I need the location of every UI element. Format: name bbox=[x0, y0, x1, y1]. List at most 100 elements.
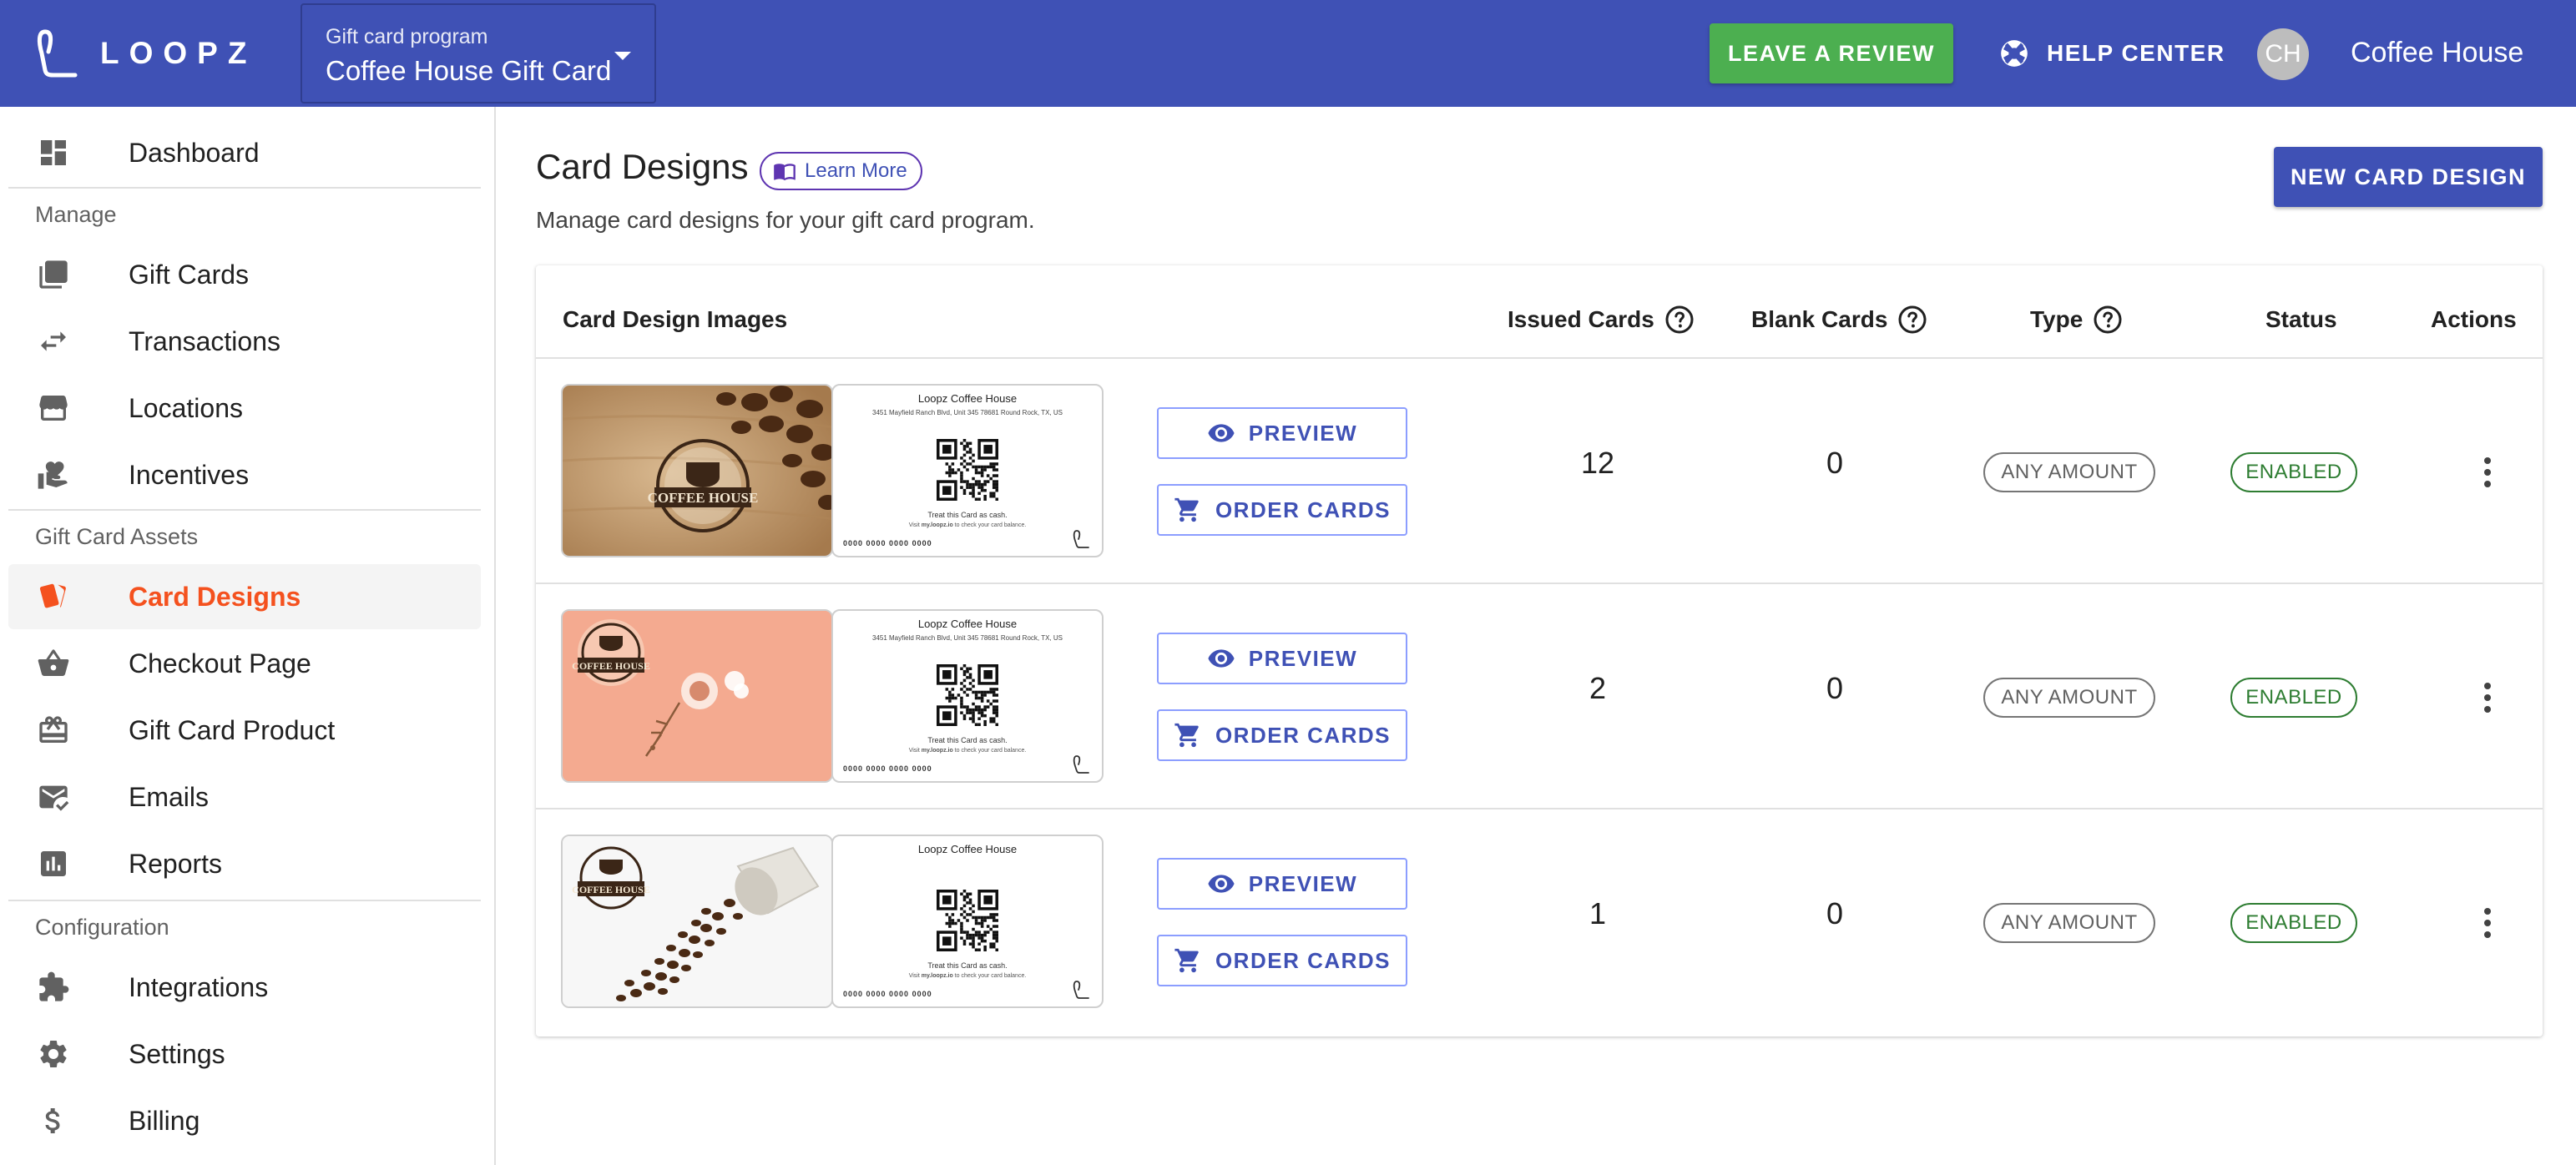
sidebar-item-integrations[interactable]: Integrations bbox=[8, 955, 481, 1020]
card-back-image[interactable]: Loopz Coffee House 3451 Mayfield Ranch B… bbox=[831, 384, 1104, 557]
sidebar-item-billing[interactable]: Billing bbox=[8, 1088, 481, 1153]
basket-icon bbox=[37, 647, 70, 680]
issued-cards-count: 2 bbox=[1589, 671, 1607, 705]
eye-icon bbox=[1208, 424, 1235, 442]
page-subtitle: Manage card designs for your gift card p… bbox=[536, 207, 1035, 233]
column-header-label: Issued Cards bbox=[1508, 306, 1654, 332]
learn-more-chip[interactable]: Learn More bbox=[760, 152, 922, 190]
dollar-icon bbox=[37, 1104, 70, 1137]
card-back-number: 0000 0000 0000 0000 bbox=[843, 764, 932, 773]
sidebar-item-incentives[interactable]: Incentives bbox=[8, 442, 481, 507]
sidebar-item-settings[interactable]: Settings bbox=[8, 1021, 481, 1087]
card-back-visit-text: Visit my.loopz.io to check your card bal… bbox=[908, 973, 1027, 979]
blank-cards-count: 0 bbox=[1826, 896, 1844, 930]
sidebar-item-card-designs[interactable]: Card Designs bbox=[8, 564, 481, 629]
preview-button[interactable]: PREVIEW bbox=[1157, 407, 1407, 459]
column-header-label: Status bbox=[2265, 306, 2337, 332]
help-center-link[interactable]: HELP CENTER bbox=[1998, 33, 2225, 73]
sidebar-item-checkout-page[interactable]: Checkout Page bbox=[8, 631, 481, 696]
sidebar-item-gift-card-product[interactable]: Gift Card Product bbox=[8, 698, 481, 763]
order-cards-button[interactable]: ORDER CARDS bbox=[1157, 709, 1407, 761]
order-cards-button[interactable]: ORDER CARDS bbox=[1157, 484, 1407, 536]
sidebar-item-label: Dashboard bbox=[129, 137, 260, 168]
more-vert-icon[interactable] bbox=[2471, 452, 2504, 492]
gift-card-program-select[interactable]: Gift card program Coffee House Gift Card bbox=[301, 3, 656, 103]
preview-button[interactable]: PREVIEW bbox=[1157, 633, 1407, 684]
account-name[interactable]: Coffee House bbox=[2351, 37, 2523, 69]
more-vert-icon[interactable] bbox=[2471, 903, 2504, 943]
row-divider bbox=[536, 808, 2543, 809]
card-back-number: 0000 0000 0000 0000 bbox=[843, 990, 932, 998]
sidebar-item-label: Checkout Page bbox=[129, 648, 311, 678]
column-header-label: Actions bbox=[2431, 306, 2517, 332]
more-vert-icon[interactable] bbox=[2471, 678, 2504, 718]
sidebar-item-transactions[interactable]: Transactions bbox=[8, 309, 481, 374]
sidebar-divider bbox=[8, 187, 481, 189]
sidebar-item-reports[interactable]: Reports bbox=[8, 831, 481, 896]
column-header-label: Card Design Images bbox=[563, 306, 788, 332]
book-icon bbox=[774, 164, 796, 181]
sidebar-item-label: Card Designs bbox=[129, 581, 301, 612]
avatar[interactable]: CH bbox=[2257, 28, 2309, 80]
logo-text: LOOPZ bbox=[100, 36, 257, 70]
help-circle-icon[interactable] bbox=[2093, 305, 2123, 335]
help-circle-icon[interactable] bbox=[1664, 305, 1695, 335]
sidebar-item-gift-cards[interactable]: Gift Cards bbox=[8, 242, 481, 307]
sidebar-divider bbox=[8, 509, 481, 511]
help-center-label: HELP CENTER bbox=[2047, 40, 2225, 66]
help-circle-icon[interactable] bbox=[1897, 305, 1927, 335]
row-divider bbox=[536, 582, 2543, 584]
card-back-image[interactable]: Loopz Coffee House 3451 Mayfield Ranch B… bbox=[831, 609, 1104, 783]
card-front-image[interactable]: COFFEE HOUSE bbox=[561, 384, 833, 557]
status-badge: ENABLED bbox=[2230, 452, 2357, 492]
card-back-cash-text: Treat this Card as cash. bbox=[927, 736, 1008, 744]
page-title: Card Designs bbox=[536, 147, 749, 186]
card-back-image[interactable]: Loopz Coffee House Treat this Card as ca… bbox=[831, 835, 1104, 1008]
sidebar-item-dashboard[interactable]: Dashboard bbox=[8, 120, 481, 185]
svg-text:COFFEE HOUSE: COFFEE HOUSE bbox=[572, 884, 650, 895]
card-front-image[interactable]: COFFEE HOUSE bbox=[561, 835, 833, 1008]
hand-heart-icon bbox=[37, 458, 70, 492]
card-back-visit-text: Visit my.loopz.io to check your card bal… bbox=[908, 748, 1027, 754]
sidebar-section-configuration: Configuration bbox=[35, 915, 169, 940]
column-header-label: Blank Cards bbox=[1751, 306, 1888, 332]
sidebar-divider bbox=[8, 900, 481, 901]
learn-more-label: Learn More bbox=[805, 159, 907, 182]
mark-email-read-icon bbox=[37, 780, 70, 814]
loopz-logo[interactable]: LOOPZ bbox=[33, 28, 256, 78]
swap-arrows-icon bbox=[37, 325, 70, 358]
status-badge: ENABLED bbox=[2230, 903, 2357, 943]
preview-button[interactable]: PREVIEW bbox=[1157, 858, 1407, 910]
type-chip: ANY AMOUNT bbox=[1983, 678, 2155, 718]
issued-cards-count: 1 bbox=[1589, 896, 1607, 930]
new-card-design-button[interactable]: NEW CARD DESIGN bbox=[2274, 147, 2543, 207]
sidebar-item-locations[interactable]: Locations bbox=[8, 376, 481, 441]
order-cards-label: ORDER CARDS bbox=[1215, 497, 1392, 522]
loopz-logo-icon bbox=[37, 29, 78, 78]
order-cards-button[interactable]: ORDER CARDS bbox=[1157, 935, 1407, 986]
card-back-cash-text: Treat this Card as cash. bbox=[927, 961, 1008, 970]
sidebar-item-emails[interactable]: Emails bbox=[8, 764, 481, 830]
sidebar-item-label: Locations bbox=[129, 392, 243, 423]
eye-icon bbox=[1208, 649, 1235, 668]
qr-code-icon bbox=[937, 890, 998, 951]
shopping-cart-icon bbox=[1174, 723, 1199, 748]
puzzle-piece-icon bbox=[37, 971, 70, 1004]
sidebar-item-label: Transactions bbox=[129, 325, 280, 356]
column-header-issued-cards: Issued Cards bbox=[1508, 299, 1695, 340]
card-back-business-name: Loopz Coffee House bbox=[917, 618, 1018, 630]
gift-card-icon bbox=[37, 714, 70, 747]
shopping-cart-icon bbox=[1174, 948, 1199, 973]
lifebuoy-icon bbox=[2001, 40, 2028, 67]
sidebar-item-label: Billing bbox=[129, 1105, 200, 1136]
loopz-mini-logo-icon bbox=[1073, 530, 1089, 548]
card-front-image[interactable]: COFFEE HOUSE bbox=[561, 609, 833, 783]
cards-stack-icon bbox=[37, 258, 70, 291]
card-back-visit-text: Visit my.loopz.io to check your card bal… bbox=[908, 522, 1027, 528]
card-back-cash-text: Treat this Card as cash. bbox=[927, 511, 1008, 519]
leave-review-button[interactable]: LEAVE A REVIEW bbox=[1710, 23, 1953, 83]
dashboard-icon bbox=[37, 136, 70, 169]
column-header-actions: Actions bbox=[2431, 299, 2517, 340]
shopping-cart-icon bbox=[1174, 497, 1199, 522]
svg-text:COFFEE HOUSE: COFFEE HOUSE bbox=[572, 660, 650, 672]
